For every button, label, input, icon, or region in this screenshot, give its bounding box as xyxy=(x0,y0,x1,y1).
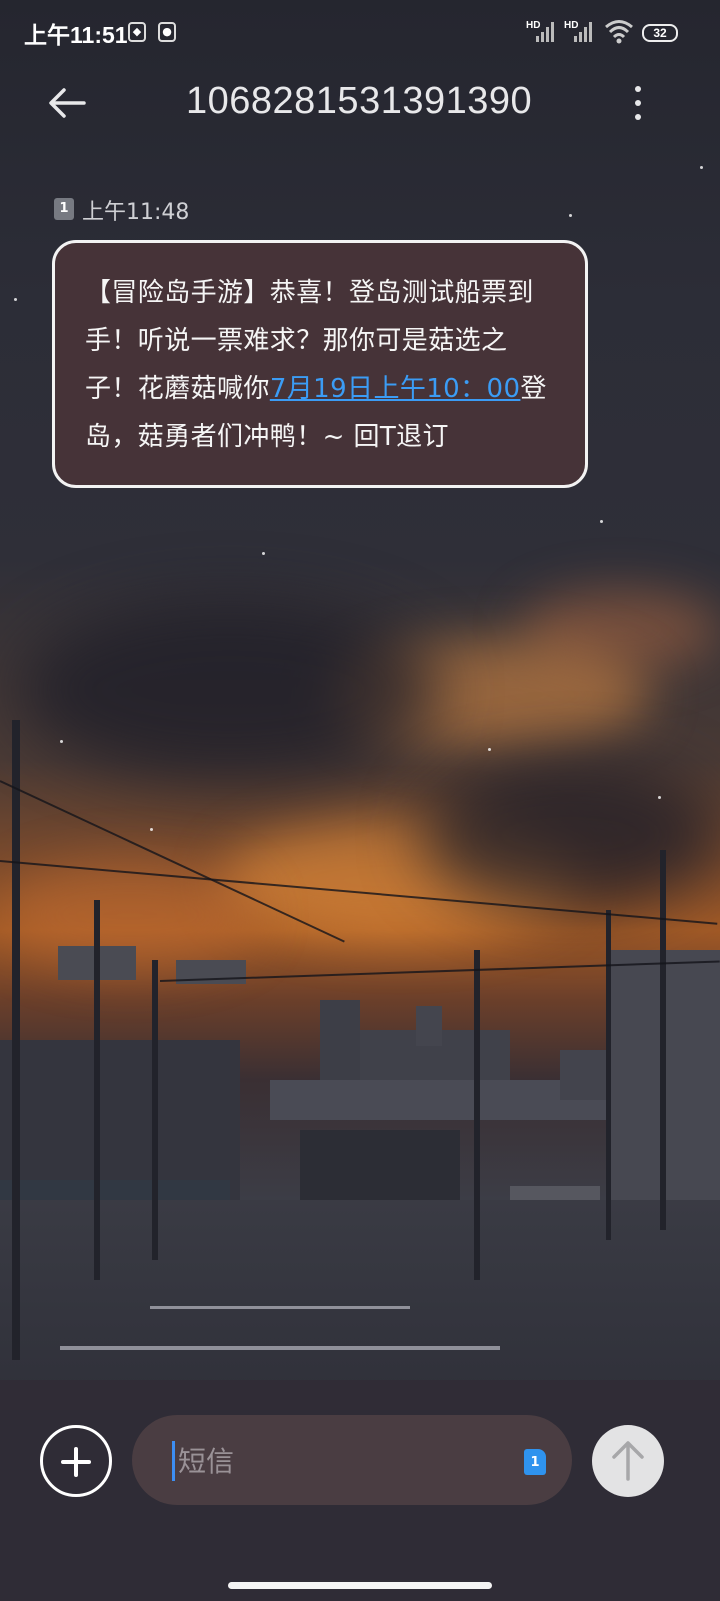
arrow-up-icon xyxy=(612,1441,644,1481)
utility-pole xyxy=(152,960,158,1260)
date-link[interactable]: 7月19日上午10：00 xyxy=(270,374,521,404)
conversation-title: 1068281531391390 xyxy=(186,80,533,122)
message-timestamp: 上午11:48 xyxy=(82,200,190,225)
utility-pole xyxy=(474,950,480,1280)
wifi-icon xyxy=(605,20,633,44)
message-bubble[interactable]: 【冒险岛手游】恭喜！登岛测试船票到手！听说一票难求？那你可是菇选之子！花蘑菇喊你… xyxy=(52,240,588,488)
building xyxy=(270,1080,610,1120)
sim-select-icon[interactable]: 1 xyxy=(524,1449,546,1475)
shield-icon: ◆ xyxy=(128,22,146,42)
message-input[interactable] xyxy=(176,1433,510,1489)
star xyxy=(60,740,63,743)
more-vertical-icon[interactable] xyxy=(626,86,650,122)
message-text: 【冒险岛手游】恭喜！登岛测试船票到手！听说一票难求？那你可是菇选之子！花蘑菇喊你… xyxy=(85,269,557,461)
signal-icon: HD xyxy=(564,20,592,42)
star xyxy=(658,796,661,799)
utility-pole xyxy=(94,900,100,1280)
sim-badge: 1 xyxy=(54,198,74,220)
signal-icon: HD xyxy=(526,20,554,42)
crosswalk xyxy=(150,1306,410,1309)
crosswalk xyxy=(60,1346,500,1350)
send-button[interactable] xyxy=(592,1425,664,1497)
star xyxy=(600,520,603,523)
text-cursor xyxy=(172,1441,175,1481)
home-indicator[interactable] xyxy=(228,1582,492,1589)
star xyxy=(14,298,17,301)
building xyxy=(416,1006,442,1046)
dark-cloud xyxy=(20,600,440,780)
add-attachment-button[interactable] xyxy=(40,1425,112,1497)
vpn-icon: ● xyxy=(158,22,176,42)
status-bar: 上午11:51 ◆ ● HD HD 32 xyxy=(0,0,720,64)
star xyxy=(488,748,491,751)
message-input-container[interactable]: 1 xyxy=(132,1415,572,1505)
street-lamp xyxy=(660,850,666,1230)
road xyxy=(0,1200,720,1410)
star xyxy=(569,214,572,217)
star xyxy=(700,166,703,169)
star xyxy=(262,552,265,555)
star xyxy=(150,828,153,831)
building xyxy=(300,1130,460,1200)
street-lamp xyxy=(606,910,611,1240)
arrow-left-icon[interactable] xyxy=(46,82,88,124)
dark-cloud xyxy=(420,760,720,910)
battery-icon: 32 xyxy=(642,24,678,42)
status-time: 上午11:51 xyxy=(24,22,128,48)
utility-pole xyxy=(12,720,20,1360)
